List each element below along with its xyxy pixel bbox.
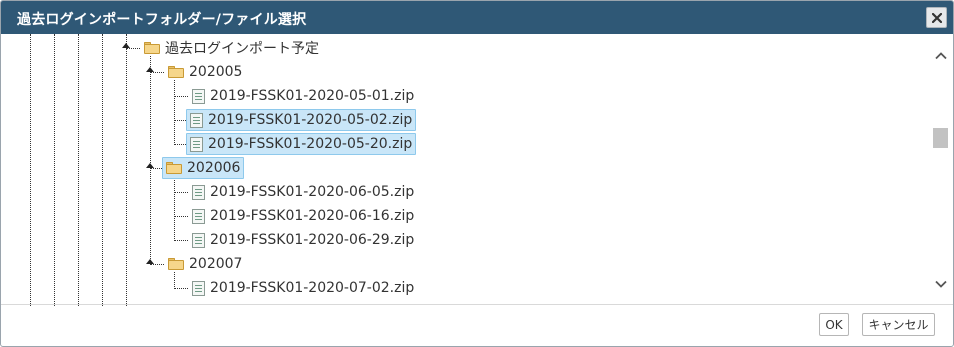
dialog-titlebar: 過去ログインポートフォルダー/ファイル選択 — [1, 1, 953, 34]
scroll-thumb[interactable] — [933, 128, 948, 148]
node-label: 2019-FSSK01-2020-05-02.zip — [208, 112, 413, 128]
chevron-down-icon — [935, 280, 947, 288]
close-button[interactable] — [926, 7, 947, 28]
expand-toggle[interactable] — [146, 163, 154, 168]
ok-button[interactable]: OK — [819, 313, 849, 336]
tree-guide-line — [30, 34, 31, 306]
tree-node-file[interactable]: 2019-FSSK01-2020-05-20.zip — [186, 133, 417, 155]
tree-node-file[interactable]: 2019-FSSK01-2020-05-01.zip — [188, 85, 418, 107]
tree-connector — [126, 48, 140, 49]
folder-tree[interactable]: 過去ログインポート予定 202005 2019-FSSK01-2020-05-0… — [1, 34, 953, 306]
node-label: 過去ログインポート予定 — [165, 41, 319, 57]
node-label: 2019-FSSK01-2020-06-05.zip — [210, 184, 415, 200]
footer-divider — [1, 304, 953, 305]
tree-node-folder-202007[interactable]: 202007 — [164, 253, 246, 275]
expand-toggle[interactable] — [122, 43, 130, 48]
file-icon — [192, 280, 205, 296]
scroll-up-button[interactable] — [934, 48, 948, 62]
tree-node-file[interactable]: 2019-FSSK01-2020-05-02.zip — [186, 109, 417, 131]
tree-node-file[interactable]: 2019-FSSK01-2020-06-29.zip — [188, 229, 418, 251]
tree-node-file[interactable]: 2019-FSSK01-2020-06-16.zip — [188, 205, 418, 227]
tree-node-folder-202006[interactable]: 202006 — [162, 157, 245, 179]
chevron-up-icon — [935, 52, 947, 60]
node-label: 2019-FSSK01-2020-06-16.zip — [210, 208, 415, 224]
file-icon — [192, 184, 205, 200]
tree-guide-line — [174, 80, 175, 143]
vertical-scrollbar[interactable] — [931, 34, 951, 298]
tree-connector — [174, 240, 188, 241]
folder-icon — [166, 162, 182, 174]
node-label: 202005 — [189, 64, 243, 80]
expand-toggle[interactable] — [146, 259, 154, 264]
tree-guide-line — [150, 56, 151, 263]
cancel-button[interactable]: キャンセル — [862, 313, 935, 336]
tree-node-root-folder[interactable]: 過去ログインポート予定 — [140, 37, 323, 59]
tree-guide-line — [126, 34, 127, 306]
tree-connector — [174, 216, 188, 217]
file-icon — [192, 208, 205, 224]
node-label: 202007 — [189, 256, 243, 272]
tree-guide-line — [54, 34, 55, 306]
file-icon — [192, 232, 205, 248]
tree-connector — [174, 288, 188, 289]
tree-guide-line — [174, 176, 175, 239]
file-icon — [190, 136, 203, 152]
file-icon — [190, 112, 203, 128]
expand-toggle[interactable] — [146, 67, 154, 72]
node-label: 2019-FSSK01-2020-07-02.zip — [210, 280, 415, 296]
scroll-down-button[interactable] — [934, 276, 948, 290]
folder-icon — [168, 258, 184, 270]
tree-connector — [174, 192, 188, 193]
node-label: 2019-FSSK01-2020-06-29.zip — [210, 232, 415, 248]
dialog-title: 過去ログインポートフォルダー/ファイル選択 — [17, 12, 307, 28]
tree-guide-line — [78, 34, 79, 306]
node-label: 202006 — [187, 160, 241, 176]
folder-file-select-dialog: 過去ログインポートフォルダー/ファイル選択 過去ログインポート予定 202005… — [0, 0, 954, 347]
tree-guide-line — [102, 34, 103, 306]
close-icon — [932, 13, 942, 23]
file-icon — [192, 88, 205, 104]
node-label: 2019-FSSK01-2020-05-20.zip — [208, 136, 413, 152]
tree-node-file[interactable]: 2019-FSSK01-2020-06-05.zip — [188, 181, 418, 203]
tree-node-file[interactable]: 2019-FSSK01-2020-07-02.zip — [188, 277, 418, 299]
folder-icon — [144, 42, 160, 54]
node-label: 2019-FSSK01-2020-05-01.zip — [210, 88, 415, 104]
tree-connector — [174, 96, 188, 97]
folder-icon — [168, 66, 184, 78]
tree-connector — [150, 264, 164, 265]
tree-node-folder-202005[interactable]: 202005 — [164, 61, 246, 83]
tree-connector — [150, 72, 164, 73]
